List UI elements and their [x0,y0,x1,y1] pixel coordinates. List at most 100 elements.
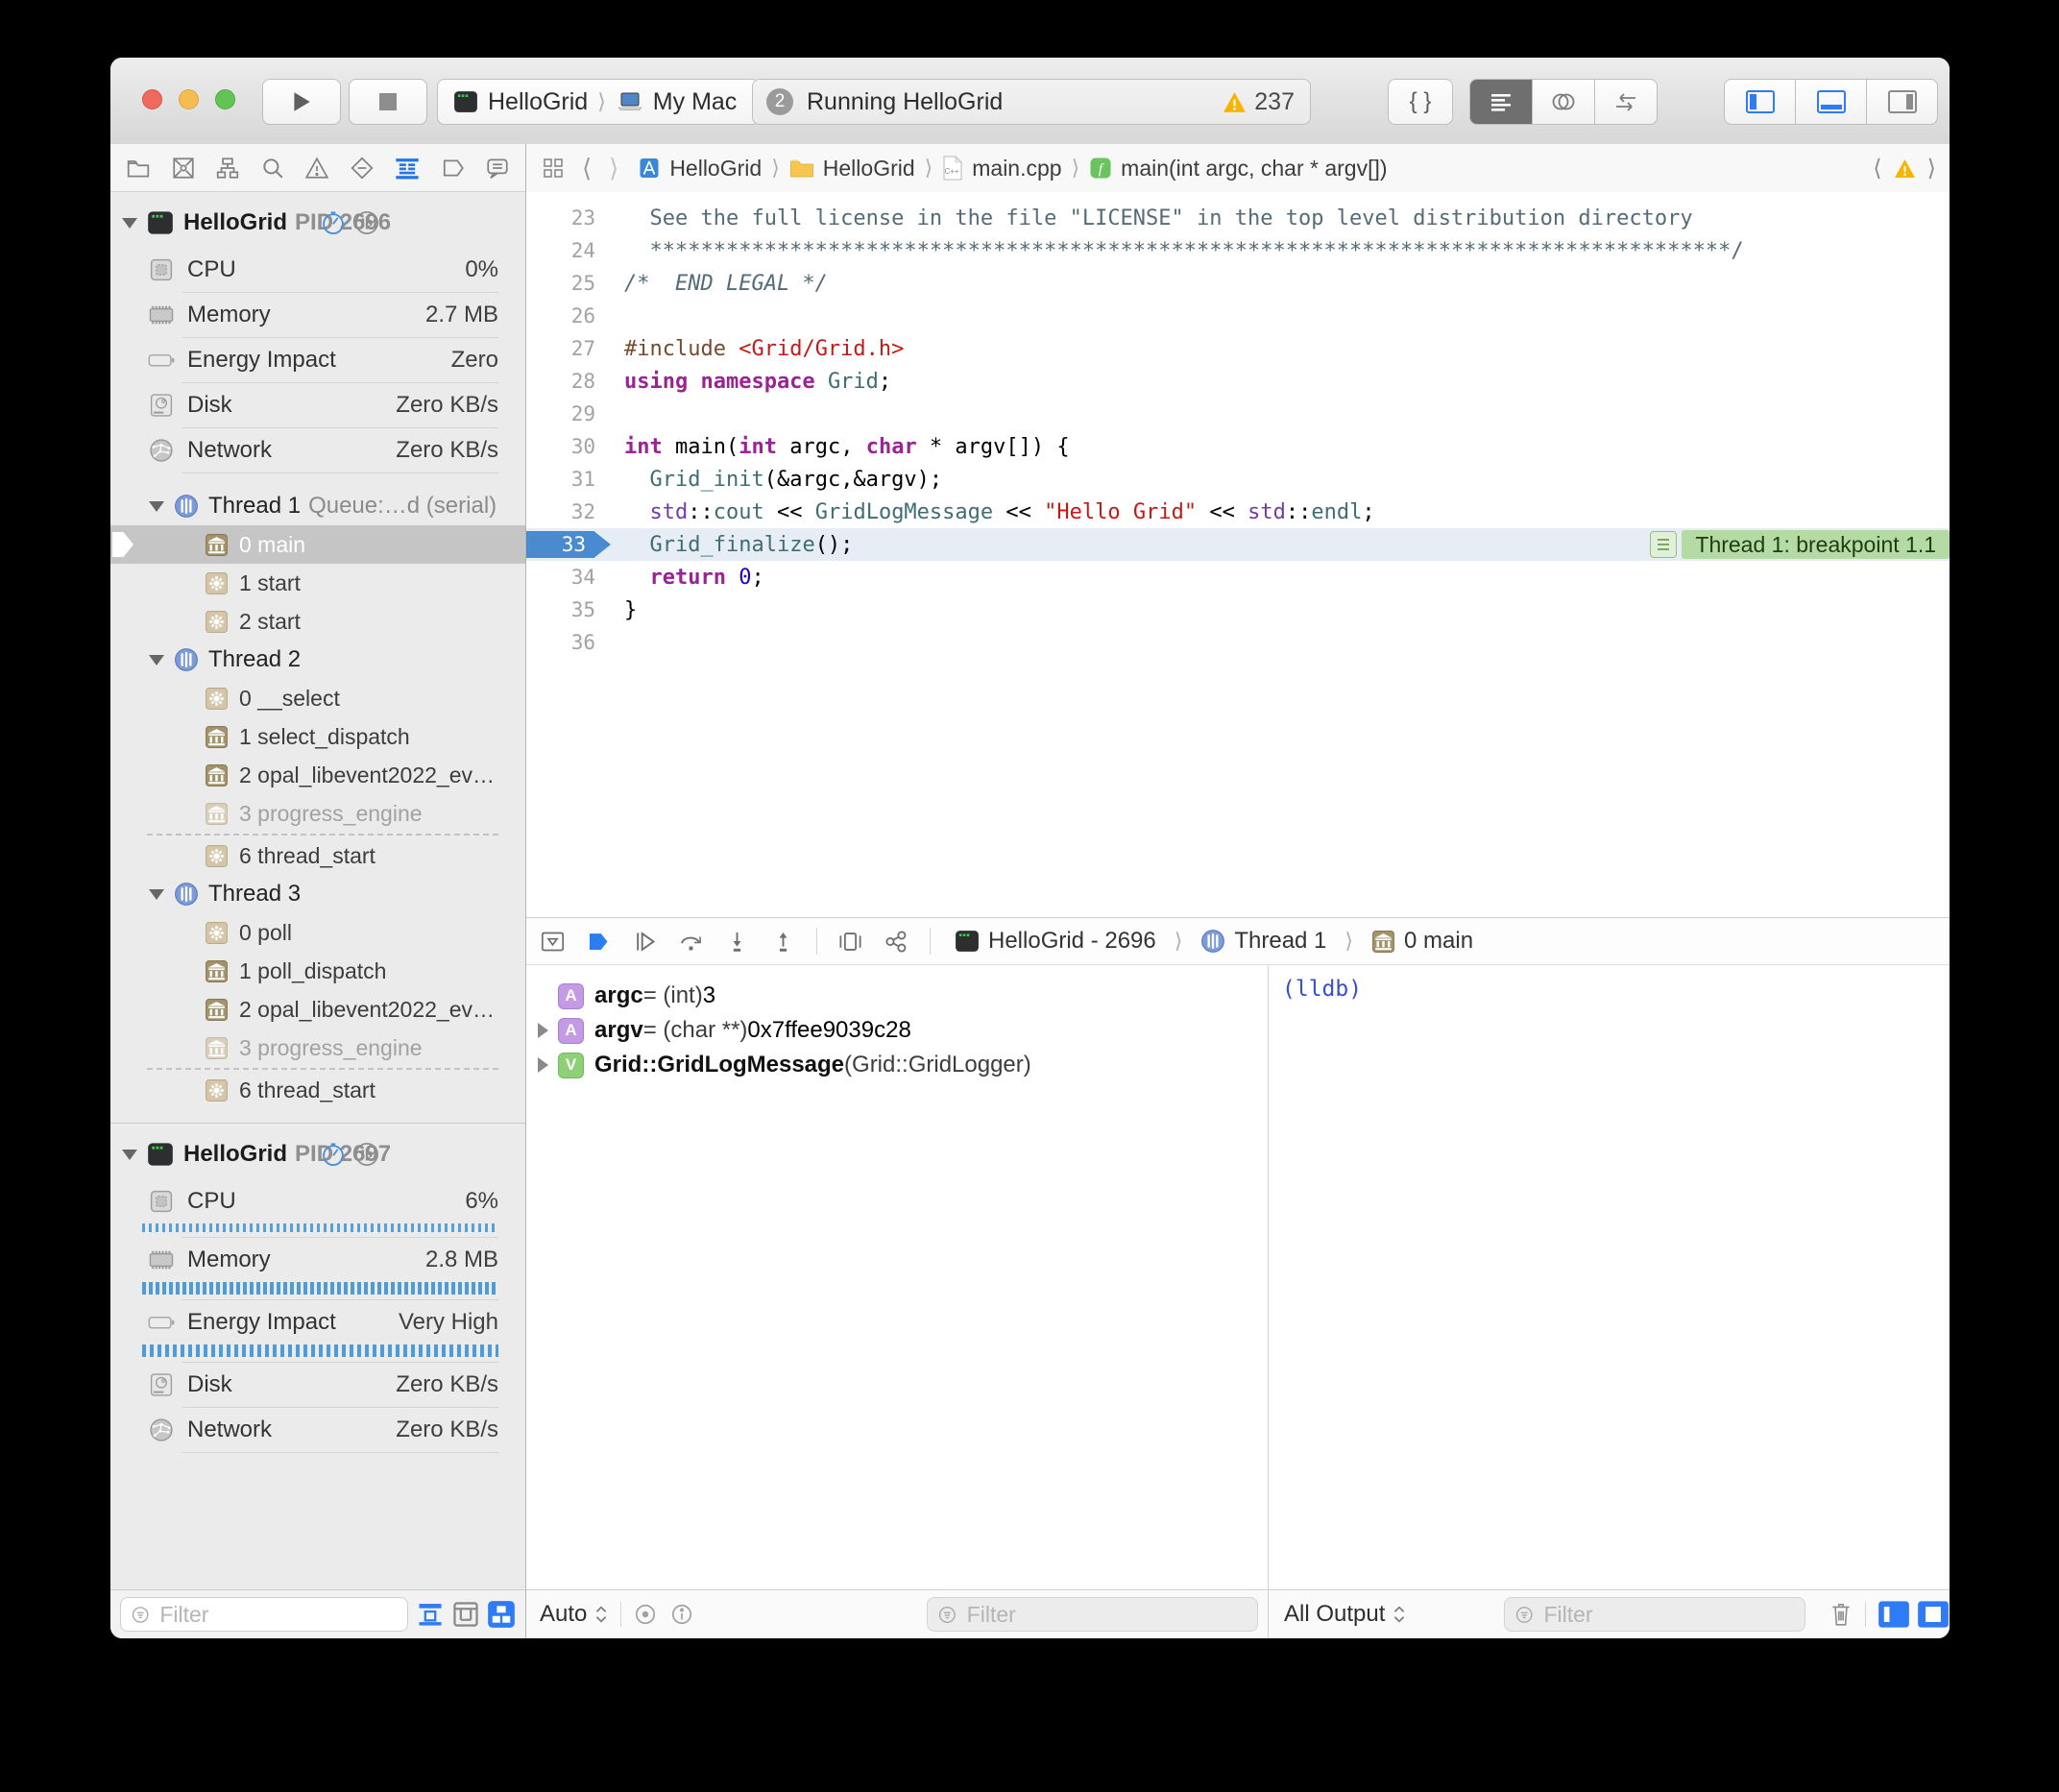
disclosure-triangle[interactable] [538,1023,548,1038]
standard-editor-button[interactable] [1469,79,1533,125]
source-editor[interactable]: 23 See the full license in the file "LIC… [526,192,1950,917]
code-line[interactable]: 32 std::cout << GridLogMessage << "Hello… [526,496,1950,528]
frame-row[interactable]: 0 __select [110,679,525,717]
assistant-editor-button[interactable] [1533,79,1595,125]
memory-columns-button[interactable] [353,209,380,236]
process-row[interactable]: HelloGridPID 2696 [110,198,525,248]
code-line[interactable]: 36 [526,626,1950,659]
gauge-row[interactable]: DiskZero KB/s [110,1363,525,1407]
profile-process-button[interactable] [320,209,347,236]
clear-console-button[interactable] [1829,1601,1853,1628]
variables-view[interactable]: Aargc = (int) 3Aargv = (char **) 0x7ffee… [526,965,1268,1589]
navigator-filter-input[interactable] [157,1601,398,1629]
source-control-navigator-icon[interactable] [171,156,196,181]
breakpoints-toggle-button[interactable] [586,929,612,955]
gauge-row[interactable]: Memory2.7 MB [110,293,525,337]
code-line[interactable]: 30int main(int argc, char * argv[]) { [526,430,1950,463]
toggle-variables-button[interactable] [1877,1600,1910,1629]
next-issue-button[interactable]: ⟩ [1927,155,1936,182]
toggle-console-button[interactable] [1917,1600,1950,1629]
gauge-row[interactable]: CPU6% [110,1179,525,1223]
issue-navigator-icon[interactable] [304,156,329,181]
activity-viewer[interactable]: 2 Running HelloGrid 237 [752,79,1311,125]
code-line[interactable]: 24 *************************************… [526,234,1950,267]
stop-button[interactable] [349,79,427,125]
console-filter-field[interactable] [1504,1597,1805,1632]
step-over-button[interactable] [678,929,704,955]
test-navigator-icon[interactable] [350,156,375,181]
project-navigator-icon[interactable] [126,156,151,181]
variables-scope-popup[interactable]: Auto [540,1601,609,1628]
frame-row[interactable]: 6 thread_start [110,836,525,875]
gauge-row[interactable]: CPU0% [110,248,525,292]
flat-view-toggle-icon[interactable] [416,1600,445,1629]
watch-eye-button[interactable] [633,1602,658,1627]
scheme-selector[interactable]: HelloGrid ⟩ My Mac [437,79,760,125]
console-view[interactable]: (lldb) [1268,965,1950,1589]
breadcrumb-file[interactable]: C++ main.cpp [942,156,1061,182]
warning-icon[interactable] [1894,158,1916,179]
memory-columns-button[interactable] [353,1141,380,1168]
breakpoint-annotation[interactable]: Thread 1: breakpoint 1.1 [1650,530,1950,559]
back-button[interactable]: ⟨ [582,154,592,183]
view-hierarchy-button[interactable] [837,929,863,955]
symbol-navigator-icon[interactable] [215,156,240,181]
code-line[interactable]: 27#include <Grid/Grid.h> [526,332,1950,365]
breadcrumb-process[interactable]: HelloGrid - 2696 [988,928,1156,955]
variable-row[interactable]: Aargv = (char **) 0x7ffee9039c28 [526,1013,1268,1048]
frame-row[interactable]: 1 start [110,564,525,602]
thread-row[interactable]: Thread 1Queue:…d (serial) [110,487,525,525]
gauge-row[interactable]: NetworkZero KB/s [110,428,525,472]
hide-debug-area-button[interactable] [540,929,566,955]
gauge-row[interactable]: Memory2.8 MB [110,1238,525,1282]
related-items-icon[interactable] [542,157,565,180]
forward-button[interactable]: ⟩ [609,154,618,183]
thread-row[interactable]: Thread 2 [110,641,525,679]
code-line[interactable]: 31 Grid_init(&argc,&argv); [526,463,1950,496]
code-line[interactable]: 25/* END LEGAL */ [526,267,1950,300]
gauge-row[interactable]: DiskZero KB/s [110,383,525,427]
breadcrumb-symbol[interactable]: f main(int argc, char * argv[]) [1089,156,1387,182]
memory-graph-button[interactable] [884,929,909,955]
frame-row[interactable]: 3 progress_engine [110,1029,525,1067]
gauge-row[interactable]: NetworkZero KB/s [110,1408,525,1452]
frame-row[interactable]: 2 opal_libevent2022_ev… [110,990,525,1029]
navigator-filter-field[interactable] [120,1597,408,1632]
frame-row[interactable]: 0 main [110,525,525,564]
search-navigator-icon[interactable] [260,156,285,181]
breadcrumb-thread[interactable]: Thread 1 [1234,928,1326,955]
frame-row[interactable]: 1 select_dispatch [110,717,525,756]
info-button[interactable] [669,1602,694,1627]
toggle-debug-area-button[interactable] [1796,79,1867,125]
code-line[interactable]: 35} [526,593,1950,626]
code-line[interactable]: 26 [526,300,1950,332]
code-line[interactable]: 33 Grid_finalize();Thread 1: breakpoint … [526,528,1950,561]
close-window-button[interactable] [142,89,162,109]
frame-row[interactable]: 3 progress_engine [110,794,525,833]
code-snippets-button[interactable]: { } [1388,79,1453,125]
code-line[interactable]: 23 See the full license in the file "LIC… [526,202,1950,234]
call-tree-toggle-icon[interactable] [451,1600,480,1629]
breakpoint-navigator-icon[interactable] [441,156,466,181]
frame-row[interactable]: 2 opal_libevent2022_ev… [110,756,525,794]
breadcrumb-group[interactable]: HelloGrid [789,156,915,182]
profile-process-button[interactable] [320,1141,347,1168]
frame-row[interactable]: 1 poll_dispatch [110,952,525,990]
version-editor-button[interactable] [1595,79,1658,125]
variable-row[interactable]: VGrid::GridLogMessage (Grid::GridLogger) [526,1048,1268,1082]
toggle-navigator-button[interactable] [1724,79,1796,125]
console-filter-input[interactable] [1541,1601,1795,1629]
variables-filter-input[interactable] [965,1601,1248,1629]
disclosure-triangle[interactable] [538,1057,548,1073]
code-line[interactable]: 29 [526,398,1950,430]
variable-row[interactable]: Aargc = (int) 3 [526,979,1268,1013]
minimize-window-button[interactable] [179,89,199,109]
run-button[interactable] [262,79,341,125]
zoom-window-button[interactable] [215,89,235,109]
report-navigator-icon[interactable] [485,156,510,181]
console-output-popup[interactable]: All Output [1284,1601,1407,1628]
toggle-inspector-button[interactable] [1867,79,1938,125]
breakpoint-marker[interactable]: 33 [526,531,611,558]
step-out-button[interactable] [770,929,796,955]
frame-row[interactable]: 6 thread_start [110,1071,525,1109]
